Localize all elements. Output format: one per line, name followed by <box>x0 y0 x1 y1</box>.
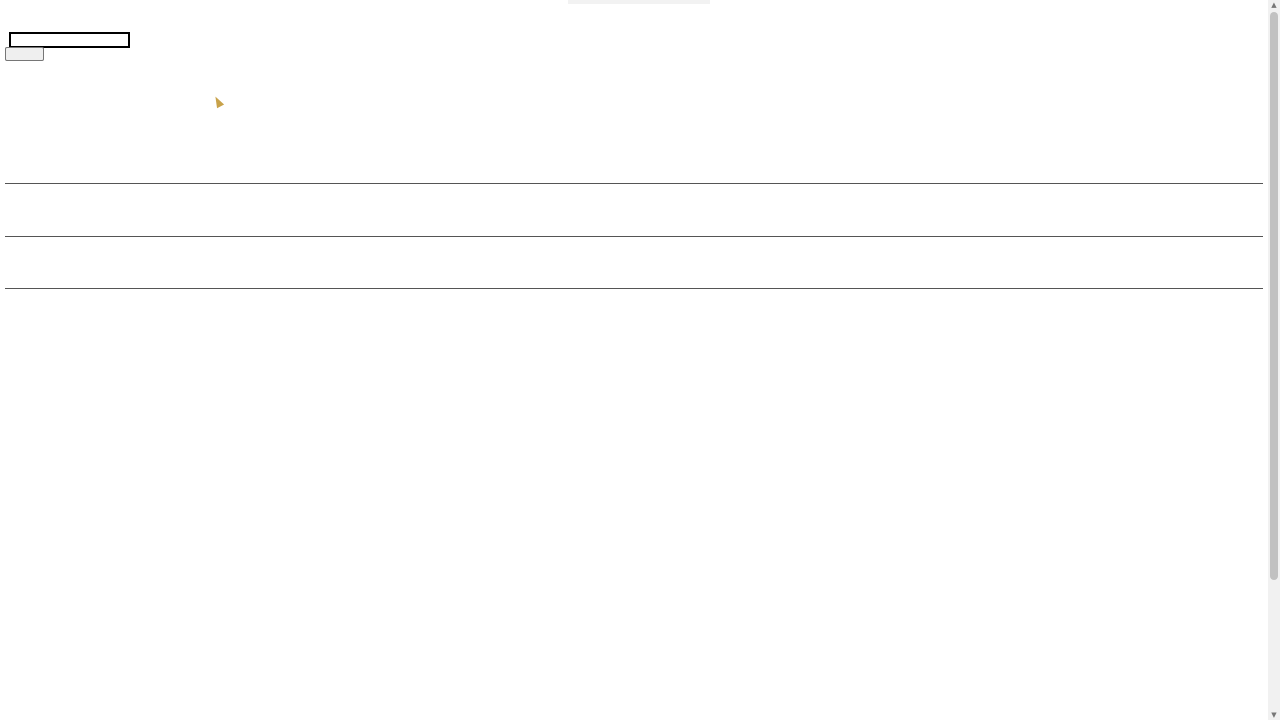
character-name-line <box>5 165 905 175</box>
character-detail-summary <box>5 323 905 333</box>
character-name-line <box>5 155 905 165</box>
character-names-list <box>5 95 905 175</box>
character-detail-line <box>5 703 905 713</box>
character-input[interactable] <box>9 32 130 48</box>
raw-characters-line <box>5 217 905 227</box>
vertical-scrollbar[interactable]: ▲ ▼ <box>1268 0 1280 720</box>
html-entities-heading <box>5 247 605 261</box>
status-text <box>5 10 605 24</box>
scroll-down-arrow-icon[interactable]: ▼ <box>1268 710 1280 720</box>
character-detail-line <box>5 613 905 623</box>
scrollbar-thumb[interactable] <box>1270 12 1278 580</box>
character-detail-line <box>5 443 905 453</box>
character-detail-line <box>5 523 905 533</box>
character-name-line <box>5 135 905 145</box>
character-detail-4 <box>5 483 905 533</box>
character-detail-2 <box>5 373 905 403</box>
character-detail-6 <box>5 673 905 720</box>
character-detail-line <box>5 643 905 653</box>
character-detail-line <box>5 573 905 583</box>
character-detail-summary <box>5 553 905 563</box>
raw-characters-value <box>5 217 905 227</box>
html-entities-value <box>5 270 905 280</box>
character-detail-1 <box>5 323 905 353</box>
character-detail-line <box>5 393 905 403</box>
character-detail-5 <box>5 553 905 653</box>
section-divider <box>5 183 1263 184</box>
scroll-up-arrow-icon[interactable]: ▲ <box>1268 0 1280 10</box>
character-detail-summary <box>5 483 905 493</box>
character-name-line <box>5 95 905 105</box>
character-detail-line <box>5 623 905 633</box>
names-heading <box>5 71 605 85</box>
section-divider <box>5 236 1263 237</box>
character-detail-summary <box>5 673 905 683</box>
character-detail-line <box>5 583 905 593</box>
character-detail-summary <box>5 373 905 383</box>
character-detail-line <box>5 603 905 613</box>
character-detail-line <box>5 503 905 513</box>
character-name-line <box>5 115 905 125</box>
raw-characters-heading <box>5 194 605 208</box>
character-detail-summary <box>5 423 905 433</box>
page <box>0 0 1268 720</box>
character-detail-line <box>5 593 905 603</box>
character-detail-line <box>5 453 905 463</box>
character-name-line <box>5 145 905 155</box>
character-form <box>5 32 130 48</box>
character-detail-line <box>5 713 905 720</box>
character-detail-3 <box>5 423 905 463</box>
character-detail-line <box>5 633 905 643</box>
html-entities-line <box>5 270 905 280</box>
character-name-line <box>5 125 905 135</box>
character-detail-line <box>5 343 905 353</box>
section-divider <box>5 288 1263 289</box>
character-name-line <box>5 105 905 115</box>
top-strip <box>568 0 710 4</box>
search-button[interactable] <box>5 47 44 61</box>
detail-heading <box>5 299 605 313</box>
character-detail-line <box>5 513 905 523</box>
character-detail-line <box>5 693 905 703</box>
